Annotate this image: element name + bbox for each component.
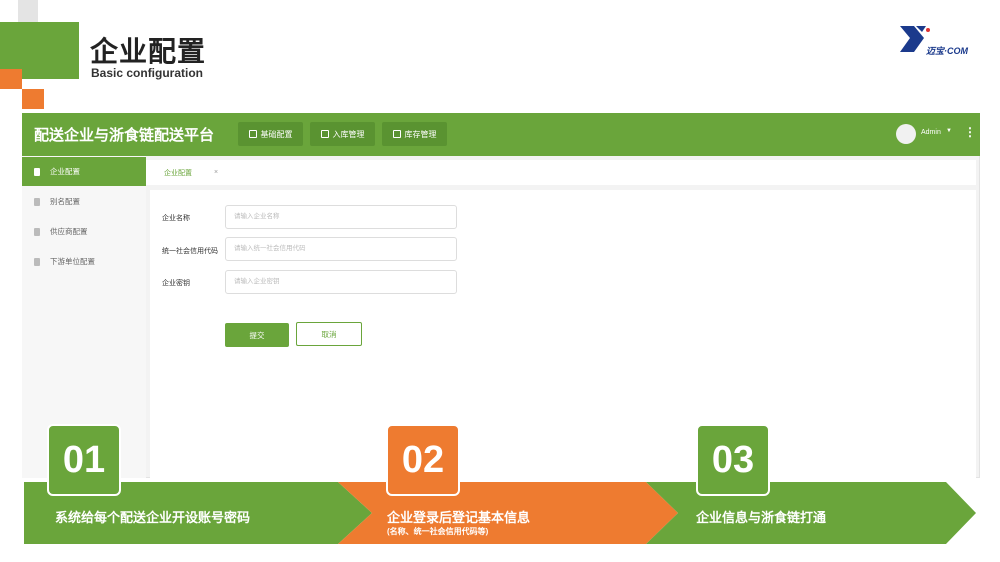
- sidebar-item-label: 供应商配置: [50, 227, 88, 236]
- logo-text: 迈宝·COM: [926, 46, 968, 56]
- sidebar-item-enterprise-config[interactable]: 企业配置: [22, 157, 146, 186]
- cancel-button[interactable]: 取消: [296, 322, 362, 346]
- enterprise-name-input[interactable]: 请输入企业名称: [225, 205, 457, 229]
- decor-orange-block: [0, 69, 22, 89]
- sidebar-item-downstream-config[interactable]: 下游单位配置: [22, 247, 146, 276]
- document-icon: [34, 257, 40, 266]
- step-text: 企业登录后登记基本信息: [387, 510, 531, 525]
- close-icon[interactable]: ×: [214, 169, 218, 176]
- avatar[interactable]: [896, 124, 916, 144]
- step-number-badge: 02: [386, 424, 460, 496]
- more-menu-icon[interactable]: ⋮: [964, 126, 976, 138]
- document-icon: [248, 130, 257, 138]
- tab-label: 企业配置: [164, 169, 192, 177]
- document-icon: [34, 167, 40, 176]
- step-text: 系统给每个配送企业开设账号密码: [55, 510, 251, 525]
- sidebar-item-label: 企业配置: [50, 167, 80, 176]
- slide-title: 企业配置: [90, 36, 207, 67]
- sidebar-item-label: 下游单位配置: [50, 257, 95, 266]
- inbox-icon: [320, 130, 329, 138]
- nav-basic-config[interactable]: 基础配置: [238, 122, 303, 146]
- nav-inbound-management[interactable]: 入库管理: [310, 122, 375, 146]
- box-icon: [392, 130, 401, 138]
- submit-button[interactable]: 提交: [225, 323, 289, 347]
- user-name[interactable]: Admin: [921, 129, 941, 136]
- document-icon: [34, 227, 40, 236]
- step-text: 企业信息与浙食链打通: [696, 510, 827, 525]
- step-number-badge: 03: [696, 424, 770, 496]
- sidebar-item-supplier-config[interactable]: 供应商配置: [22, 217, 146, 246]
- nav-inventory-management[interactable]: 库存管理: [382, 122, 447, 146]
- app-title: 配送企业与浙食链配送平台: [34, 127, 215, 144]
- step-number-badge: 01: [47, 424, 121, 496]
- nav-label: 库存管理: [404, 129, 437, 139]
- nav-label: 基础配置: [260, 129, 293, 139]
- tab-bar: [146, 160, 976, 185]
- sidebar-item-alias-config[interactable]: 别名配置: [22, 187, 146, 216]
- sidebar-item-label: 别名配置: [50, 197, 80, 206]
- enterprise-key-label: 企业密钥: [162, 280, 190, 287]
- step-subtext: (名称、统一社会信用代码等): [387, 527, 489, 536]
- tab-enterprise-config[interactable]: 企业配置 ×: [152, 162, 224, 185]
- document-icon: [34, 197, 40, 206]
- nav-label: 入库管理: [332, 129, 365, 139]
- credit-code-input[interactable]: 请输入统一社会信用代码: [225, 237, 457, 261]
- enterprise-name-label: 企业名称: [162, 215, 190, 222]
- slide-subtitle: Basic configuration: [91, 66, 204, 80]
- chevron-down-icon[interactable]: ▼: [946, 128, 952, 134]
- credit-code-label: 统一社会信用代码: [162, 248, 218, 255]
- decor-orange-block: [22, 89, 44, 109]
- enterprise-key-input[interactable]: 请输入企业密钥: [225, 270, 457, 294]
